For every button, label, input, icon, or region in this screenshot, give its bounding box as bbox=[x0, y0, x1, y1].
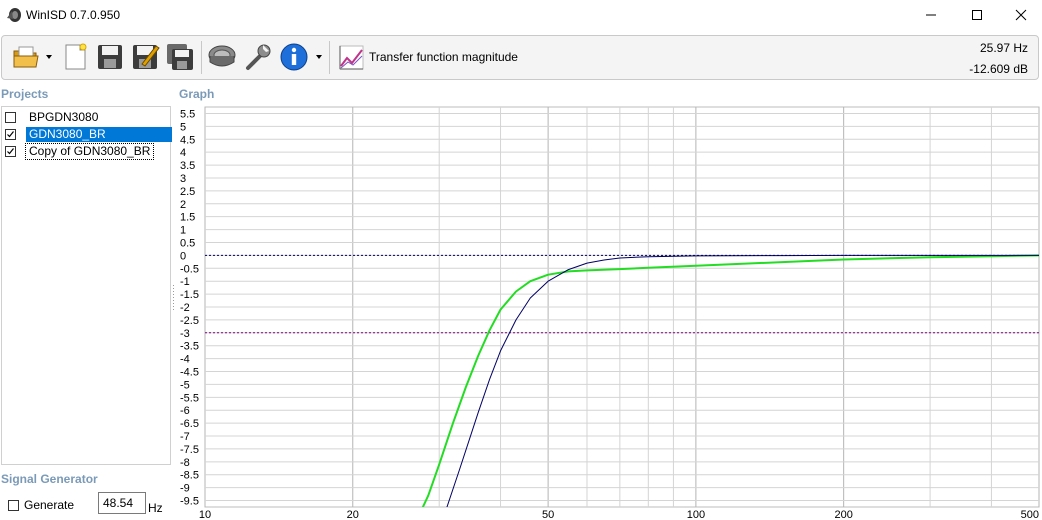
y-tick-label: 1.5 bbox=[180, 212, 195, 224]
title-bar: WinISD 0.7.0.950 bbox=[0, 0, 1042, 30]
project-label: GDN3080_BR bbox=[26, 127, 172, 142]
y-tick-label: -5 bbox=[180, 379, 190, 391]
about-dropdown-icon[interactable] bbox=[315, 53, 323, 61]
generator-frequency-unit: Hz bbox=[148, 501, 163, 515]
signal-generator-label: Signal Generator bbox=[1, 472, 98, 486]
y-tick-label: -3 bbox=[180, 328, 190, 340]
y-tick-label: -5.5 bbox=[180, 392, 199, 404]
project-checkbox[interactable] bbox=[5, 146, 16, 157]
minimize-button[interactable] bbox=[908, 0, 954, 30]
y-tick-label: -8.5 bbox=[180, 470, 199, 482]
save-as-icon bbox=[133, 45, 160, 69]
project-item[interactable]: Copy of GDN3080_BR bbox=[5, 143, 167, 160]
project-label: Copy of GDN3080_BR bbox=[24, 143, 155, 160]
project-checkbox[interactable] bbox=[5, 129, 16, 140]
driver-editor-icon bbox=[208, 45, 236, 67]
new-project-button[interactable] bbox=[59, 41, 91, 73]
save-icon bbox=[98, 45, 122, 69]
x-tick-label: 100 bbox=[687, 509, 705, 520]
y-tick-label: -4.5 bbox=[180, 367, 199, 379]
y-tick-label: -4 bbox=[180, 354, 190, 366]
project-item[interactable]: BPGDN3080 bbox=[5, 110, 167, 125]
y-tick-label: -6.5 bbox=[180, 418, 199, 430]
generate-label: Generate bbox=[24, 498, 75, 512]
project-item[interactable]: GDN3080_BR bbox=[5, 127, 172, 142]
y-tick-label: 5.5 bbox=[180, 108, 195, 120]
x-tick-label: 200 bbox=[834, 509, 852, 520]
y-tick-label: 3 bbox=[180, 173, 186, 185]
y-tick-label: -6 bbox=[180, 405, 190, 417]
project-label: BPGDN3080 bbox=[29, 110, 99, 124]
close-button[interactable] bbox=[998, 0, 1042, 30]
open-project-button[interactable] bbox=[10, 41, 42, 73]
y-tick-label: -7 bbox=[180, 431, 190, 443]
generate-checkbox-row[interactable]: Generate bbox=[8, 494, 74, 516]
options-wrench-icon bbox=[246, 44, 271, 70]
maximize-icon bbox=[972, 10, 982, 20]
y-tick-label: -3.5 bbox=[180, 341, 199, 353]
about-button[interactable] bbox=[278, 41, 310, 73]
graph-type-label: Transfer function magnitude bbox=[369, 50, 518, 64]
y-tick-label: -1.5 bbox=[180, 289, 199, 301]
y-tick-label: -1 bbox=[180, 276, 190, 288]
y-tick-label: 4 bbox=[180, 147, 186, 159]
cursor-value: -12.609 dB bbox=[969, 62, 1028, 76]
y-tick-label: 3.5 bbox=[180, 160, 195, 172]
graph-type-button[interactable] bbox=[335, 41, 367, 73]
x-tick-label: 10 bbox=[199, 509, 211, 520]
y-tick-label: -7.5 bbox=[180, 444, 199, 456]
toolbar: Transfer function magnitude 25.97 Hz -12… bbox=[1, 35, 1039, 80]
window-title: WinISD 0.7.0.950 bbox=[26, 8, 121, 22]
cursor-frequency: 25.97 Hz bbox=[979, 41, 1028, 55]
toolbar-separator bbox=[329, 41, 330, 74]
y-tick-label: -0.5 bbox=[180, 263, 199, 275]
graph-label: Graph bbox=[179, 87, 215, 101]
project-checkbox[interactable] bbox=[5, 112, 16, 123]
save-as-button[interactable] bbox=[129, 41, 161, 73]
maximize-button[interactable] bbox=[954, 0, 1000, 30]
projects-label: Projects bbox=[1, 87, 49, 101]
y-tick-label: 5 bbox=[180, 121, 186, 133]
options-button[interactable] bbox=[242, 41, 274, 73]
x-tick-label: 500 bbox=[1021, 509, 1039, 520]
save-all-icon bbox=[167, 44, 193, 70]
y-tick-label: -9 bbox=[180, 483, 190, 495]
generator-frequency-input[interactable] bbox=[98, 492, 146, 514]
speaker-icon bbox=[6, 7, 22, 23]
y-tick-label: 0 bbox=[180, 250, 186, 262]
save-button[interactable] bbox=[94, 41, 126, 73]
transfer-function-graph[interactable]: 5.554.543.532.521.510.50-0.5-1-1.5-2-2.5… bbox=[170, 100, 1040, 520]
open-dropdown-icon[interactable] bbox=[45, 53, 53, 61]
y-tick-label: 2 bbox=[180, 199, 186, 211]
projects-list: BPGDN3080 GDN3080_BR Copy of GDN3080_BR bbox=[1, 106, 172, 465]
open-project-icon bbox=[13, 46, 39, 68]
y-tick-label: 0.5 bbox=[180, 237, 195, 249]
y-tick-label: -2 bbox=[180, 302, 190, 314]
save-all-button[interactable] bbox=[164, 41, 196, 73]
y-tick-label: -8 bbox=[180, 457, 190, 469]
generate-checkbox[interactable] bbox=[8, 499, 19, 511]
about-info-icon bbox=[280, 43, 308, 71]
minimize-icon bbox=[926, 14, 936, 16]
driver-editor-button[interactable] bbox=[206, 41, 238, 73]
y-tick-label: -2.5 bbox=[180, 315, 199, 327]
close-icon bbox=[1015, 9, 1027, 21]
y-tick-label: 4.5 bbox=[180, 134, 195, 146]
y-tick-label: 1 bbox=[180, 225, 186, 237]
new-project-icon bbox=[65, 43, 87, 70]
x-tick-label: 50 bbox=[542, 509, 554, 520]
y-tick-label: -9.5 bbox=[180, 496, 199, 508]
toolbar-separator bbox=[201, 41, 202, 74]
y-tick-label: 2.5 bbox=[180, 186, 195, 198]
x-tick-label: 20 bbox=[347, 509, 359, 520]
graph-icon bbox=[339, 45, 364, 70]
